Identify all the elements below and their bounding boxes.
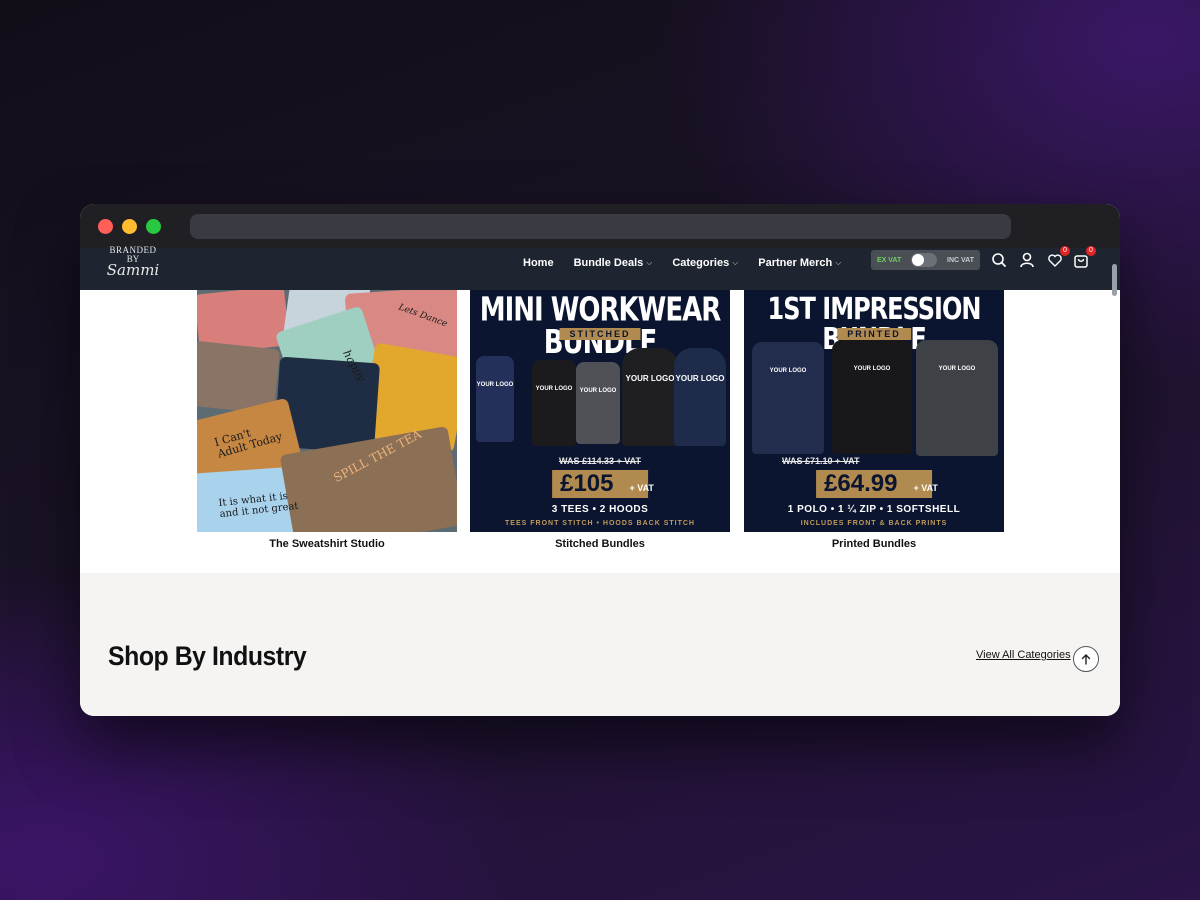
tee-grey: YOUR LOGO bbox=[576, 362, 620, 444]
main-nav: Home Bundle Deals ⌵ Categories ⌵ Partner… bbox=[523, 248, 841, 278]
hoodie-navy: YOUR LOGO bbox=[674, 348, 726, 446]
bundle-price-suffix: + VAT bbox=[629, 483, 654, 493]
stitched-bundle-image[interactable]: MINI WORKWEAR BUNDLE STITCHED YOUR LOGO … bbox=[470, 290, 730, 532]
printed-bundle-image[interactable]: 1ST IMPRESSION BUNDLE PRINTED YOUR LOGO … bbox=[744, 290, 1004, 532]
nav-item-label: Home bbox=[523, 257, 554, 269]
cart-count-badge: 0 bbox=[1086, 246, 1096, 256]
inc-vat-label: INC VAT bbox=[947, 256, 974, 264]
vat-switch[interactable]: EX VAT INC VAT bbox=[871, 250, 980, 270]
softshell-grey: YOUR LOGO bbox=[916, 340, 998, 456]
nav-item-partner-merch[interactable]: Partner Merch ⌵ bbox=[758, 257, 841, 269]
garment-logo-label: YOUR LOGO bbox=[535, 386, 573, 392]
quarter-zip-black: YOUR LOGO bbox=[832, 340, 912, 454]
bundle-price-suffix: + VAT bbox=[913, 483, 938, 493]
bundle-note: INCLUDES FRONT & BACK PRINTS bbox=[800, 520, 948, 527]
garment-logo-label: YOUR LOGO bbox=[625, 374, 675, 383]
garment-logo-label: YOUR LOGO bbox=[675, 374, 725, 383]
chevron-down-icon: ⌵ bbox=[732, 258, 739, 267]
garment-logo-label: YOUR LOGO bbox=[938, 366, 976, 372]
product-caption[interactable]: Stitched Bundles bbox=[470, 538, 730, 550]
chevron-down-icon: ⌵ bbox=[835, 258, 842, 267]
bundle-items: 3 TEES • 2 HOODS bbox=[551, 504, 649, 515]
ex-vat-label: EX VAT bbox=[877, 256, 902, 264]
hoodie-black: YOUR LOGO bbox=[622, 348, 678, 446]
bundle-was-price: WAS £114.33 + VAT bbox=[559, 456, 641, 466]
bundle-items: 1 POLO • 1 ¼ ZIP • 1 SOFTSHELL bbox=[787, 504, 961, 515]
logo-line3: Sammi bbox=[106, 261, 160, 279]
browser-chrome bbox=[80, 204, 1120, 248]
chevron-down-icon: ⌵ bbox=[646, 258, 653, 267]
garment-logo-label: YOUR LOGO bbox=[853, 366, 891, 372]
nav-item-label: Categories bbox=[672, 257, 730, 269]
garment-logo-label: YOUR LOGO bbox=[579, 388, 617, 394]
product-caption[interactable]: The Sweatshirt Studio bbox=[197, 538, 457, 550]
bag-icon[interactable]: 0 bbox=[1072, 246, 1096, 269]
site-logo[interactable]: BRANDED BY Sammi bbox=[102, 246, 164, 279]
scrollbar[interactable] bbox=[1112, 264, 1117, 296]
bundle-tag: PRINTED bbox=[837, 328, 911, 340]
scroll-to-top-button[interactable] bbox=[1073, 646, 1099, 672]
minimize-window-button[interactable] bbox=[122, 219, 137, 234]
polo-navy: YOUR LOGO bbox=[752, 342, 824, 454]
maximize-window-button[interactable] bbox=[146, 219, 161, 234]
product-caption[interactable]: Printed Bundles bbox=[744, 538, 1004, 550]
bundle-tag: STITCHED bbox=[559, 328, 641, 340]
bundle-note: TEES FRONT STITCH • HOODS BACK STITCH bbox=[505, 520, 695, 527]
product-card-stitched-bundles[interactable]: MINI WORKWEAR BUNDLE STITCHED YOUR LOGO … bbox=[470, 290, 730, 550]
close-window-button[interactable] bbox=[98, 219, 113, 234]
nav-item-label: Partner Merch bbox=[758, 257, 833, 269]
product-card-printed-bundles[interactable]: 1ST IMPRESSION BUNDLE PRINTED YOUR LOGO … bbox=[744, 290, 1004, 550]
shop-by-industry-section: Shop By Industry View All Categories bbox=[80, 573, 1120, 716]
nav-item-home[interactable]: Home bbox=[523, 257, 554, 269]
address-bar[interactable] bbox=[190, 214, 1011, 239]
browser-window: BRANDED BY Sammi Home Bundle Deals ⌵ Cat… bbox=[80, 204, 1120, 716]
bundle-price: £64.99 + VAT bbox=[816, 470, 938, 498]
arrow-up-icon bbox=[1081, 654, 1091, 665]
search-icon[interactable] bbox=[990, 251, 1008, 269]
wishlist-count-badge: 0 bbox=[1060, 246, 1070, 256]
nav-item-categories[interactable]: Categories ⌵ bbox=[672, 257, 738, 269]
toggle-knob bbox=[912, 254, 925, 266]
user-icon[interactable] bbox=[1018, 251, 1036, 269]
bundle-price-amount: £105 bbox=[560, 470, 614, 497]
page-content: I Can't Adult Today It is what it is and… bbox=[80, 290, 1120, 716]
tee-black: YOUR LOGO bbox=[532, 360, 576, 446]
bundle-price: £105 + VAT bbox=[552, 470, 654, 498]
view-all-categories-link[interactable]: View All Categories bbox=[976, 649, 1071, 661]
section-title: Shop By Industry bbox=[108, 641, 307, 671]
site-header: BRANDED BY Sammi Home Bundle Deals ⌵ Cat… bbox=[80, 246, 1120, 290]
tee-navy: YOUR LOGO bbox=[476, 356, 514, 442]
vat-toggle[interactable] bbox=[911, 253, 938, 267]
garment-logo-label: YOUR LOGO bbox=[769, 368, 807, 374]
heart-icon[interactable]: 0 bbox=[1046, 246, 1070, 269]
nav-item-label: Bundle Deals bbox=[573, 257, 644, 269]
garment-logo-label: YOUR LOGO bbox=[476, 382, 514, 388]
bundle-price-amount: £64.99 bbox=[824, 470, 898, 497]
sweatshirt-image[interactable]: I Can't Adult Today It is what it is and… bbox=[197, 290, 457, 532]
product-card-sweatshirt-studio[interactable]: I Can't Adult Today It is what it is and… bbox=[197, 290, 457, 550]
bundle-was-price: WAS £71.10 + VAT bbox=[782, 456, 860, 466]
nav-item-bundle-deals[interactable]: Bundle Deals ⌵ bbox=[574, 257, 653, 269]
